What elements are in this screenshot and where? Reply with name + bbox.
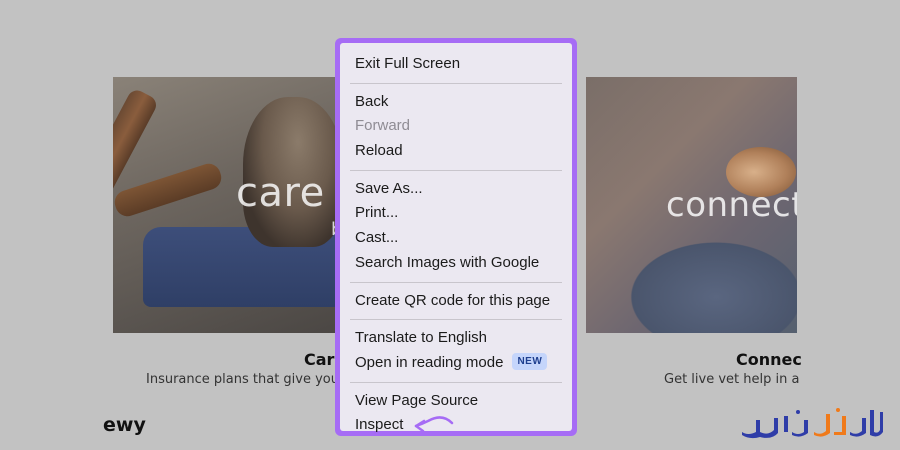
context-menu: Exit Full Screen Back Forward Reload Sav…	[340, 43, 572, 433]
brand-logo-text[interactable]: ewy	[103, 414, 146, 436]
menu-item-translate[interactable]: Translate to English	[350, 326, 562, 351]
menu-item-save-as[interactable]: Save As...	[350, 177, 562, 202]
pointer-arrow-icon	[414, 416, 454, 433]
menu-item-reload[interactable]: Reload	[350, 139, 562, 164]
menu-item-print[interactable]: Print...	[350, 201, 562, 226]
menu-separator	[350, 381, 562, 383]
menu-separator	[350, 319, 562, 321]
menu-item-view-page-source[interactable]: View Page Source	[350, 389, 562, 414]
context-menu-highlight-frame: Exit Full Screen Back Forward Reload Sav…	[335, 38, 577, 436]
menu-item-search-images-google[interactable]: Search Images with Google	[350, 251, 562, 276]
card-image-connect[interactable]: connect	[586, 77, 797, 333]
card-overlay-word: connect	[666, 185, 797, 225]
card-overlay-word: care	[236, 170, 325, 216]
card-title-connect[interactable]: Connec	[736, 350, 802, 369]
card-description-care: Insurance plans that give you	[146, 372, 339, 387]
iranserver-watermark-logo	[742, 408, 883, 439]
menu-item-inspect[interactable]: Inspect	[350, 413, 562, 438]
new-badge: NEW	[512, 353, 548, 371]
menu-separator	[350, 169, 562, 171]
chair-arm-shape	[113, 160, 225, 220]
menu-item-exit-full-screen[interactable]: Exit Full Screen	[350, 52, 562, 77]
menu-item-cast[interactable]: Cast...	[350, 226, 562, 251]
menu-item-back[interactable]: Back	[350, 90, 562, 115]
menu-item-inspect-label: Inspect	[355, 416, 404, 434]
menu-separator	[350, 281, 562, 283]
card-description-connect: Get live vet help in a	[664, 372, 800, 387]
menu-item-create-qr-code[interactable]: Create QR code for this page	[350, 289, 562, 314]
menu-separator	[350, 82, 562, 84]
menu-item-forward[interactable]: Forward	[350, 114, 562, 139]
menu-item-reading-mode-label: Open in reading mode	[355, 353, 504, 371]
card-image-care[interactable]: care b	[113, 77, 335, 333]
menu-item-reading-mode[interactable]: Open in reading mode NEW	[350, 351, 562, 376]
